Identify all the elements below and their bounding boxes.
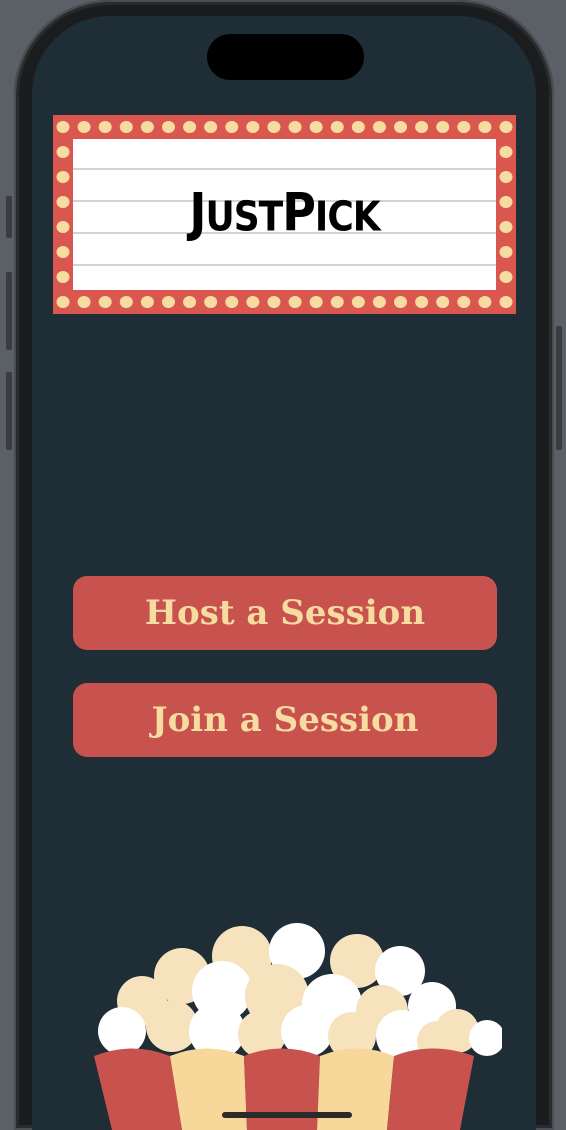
marquee-bulb xyxy=(225,121,239,133)
marquee-bulb xyxy=(457,296,471,308)
marquee-bulb xyxy=(267,121,281,133)
join-session-button[interactable]: Join a Session xyxy=(73,683,497,757)
app-title: JUSTPICK xyxy=(189,180,380,244)
marquee-bulb xyxy=(499,246,513,258)
dynamic-island xyxy=(207,34,364,80)
marquee-bulb xyxy=(77,296,91,308)
marquee-bulb xyxy=(415,121,429,133)
marquee-bulb xyxy=(56,296,70,308)
marquee-bulb xyxy=(499,121,513,133)
marquee-bulb xyxy=(478,121,492,133)
marquee-bulb xyxy=(499,146,513,158)
marquee-bulb xyxy=(56,271,70,283)
marquee-bulb xyxy=(98,121,112,133)
marquee-bulb xyxy=(246,296,260,308)
marquee-bulb xyxy=(119,121,133,133)
marquee-bulb xyxy=(415,296,429,308)
marquee-bulb xyxy=(309,296,323,308)
marquee-bulb xyxy=(372,121,386,133)
marquee-bulb xyxy=(288,296,302,308)
join-session-label: Join a Session xyxy=(151,700,419,740)
phone-volume-up-button xyxy=(6,272,12,350)
marquee-bulb xyxy=(161,296,175,308)
marquee-bulb xyxy=(56,246,70,258)
marquee-sign: JUSTPICK xyxy=(53,115,516,314)
marquee-bulb xyxy=(246,121,260,133)
marquee-bulb xyxy=(394,296,408,308)
marquee-bulb xyxy=(330,121,344,133)
marquee-bulb xyxy=(478,296,492,308)
marquee-bulb xyxy=(457,121,471,133)
marquee-bulb xyxy=(140,296,154,308)
marquee-bulb xyxy=(372,296,386,308)
marquee-bulb xyxy=(183,121,197,133)
marquee-bulb xyxy=(351,121,365,133)
marquee-bulb xyxy=(288,121,302,133)
phone-action-button xyxy=(6,196,12,238)
host-session-button[interactable]: Host a Session xyxy=(73,576,497,650)
phone-power-button xyxy=(556,326,562,450)
marquee-bulb xyxy=(330,296,344,308)
marquee-bulb xyxy=(436,296,450,308)
phone-volume-down-button xyxy=(6,372,12,450)
marquee-bulb xyxy=(394,121,408,133)
marquee-bulb xyxy=(225,296,239,308)
marquee-bulb xyxy=(56,121,70,133)
popcorn-bucket-icon xyxy=(94,923,502,1130)
marquee-bulb xyxy=(351,296,365,308)
marquee-bulb xyxy=(98,296,112,308)
marquee-bulb xyxy=(119,296,133,308)
marquee-bulb xyxy=(499,271,513,283)
marquee-bulb xyxy=(204,121,218,133)
marquee-bulb xyxy=(183,296,197,308)
marquee-bulb xyxy=(161,121,175,133)
marquee-bulb xyxy=(499,296,513,308)
marquee-bulb xyxy=(436,121,450,133)
marquee-bulb xyxy=(267,296,281,308)
home-indicator[interactable] xyxy=(222,1112,352,1118)
host-session-label: Host a Session xyxy=(144,593,426,633)
marquee-bulb xyxy=(204,296,218,308)
marquee-bulb xyxy=(77,121,91,133)
marquee-bulb xyxy=(309,121,323,133)
app-screen: JUSTPICK Host a Session Join a Session xyxy=(32,16,536,1130)
marquee-bulb xyxy=(56,146,70,158)
marquee-bulb xyxy=(140,121,154,133)
